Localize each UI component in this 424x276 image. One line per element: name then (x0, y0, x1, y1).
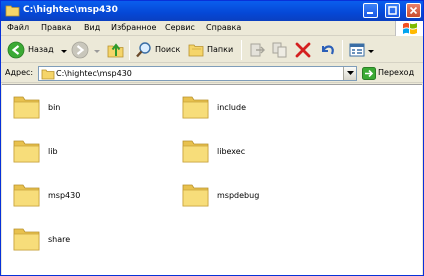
copy-to-icon (272, 42, 287, 58)
folder-name: share (48, 235, 71, 244)
menu-file[interactable]: Файл (7, 23, 29, 33)
toolbar-separator (342, 40, 343, 60)
back-arrow-icon (7, 41, 25, 59)
folder-icon (41, 69, 55, 80)
folders-label: Папки (207, 45, 234, 54)
back-dropdown-icon[interactable] (61, 50, 67, 53)
search-button[interactable]: Поиск (134, 40, 184, 60)
folder-icon (182, 96, 209, 119)
window-title: C:\hightec\msp430 (23, 5, 118, 15)
search-label: Поиск (155, 45, 181, 54)
address-label: Адрес: (5, 68, 34, 77)
close-button[interactable] (406, 3, 421, 18)
folder-icon (182, 184, 209, 207)
folder-name: lib (48, 147, 58, 156)
forward-dropdown-icon[interactable] (94, 50, 100, 53)
folder-item-mspdebug[interactable]: mspdebug (181, 179, 321, 209)
folder-view[interactable]: bin include lib libexec msp430 mspdebug … (2, 84, 422, 275)
folder-up-icon (107, 43, 124, 58)
folder-icon (13, 184, 40, 207)
folder-name: libexec (217, 147, 246, 156)
menu-tools[interactable]: Сервис (165, 23, 195, 33)
explorer-window: C:\hightec\msp430 Файл Правка Вид Избран… (0, 0, 424, 276)
search-icon (136, 42, 151, 58)
folders-icon (188, 44, 204, 57)
toolbar-separator (129, 40, 130, 60)
views-button[interactable] (347, 40, 375, 60)
windows-logo (395, 21, 423, 36)
delete-button[interactable] (293, 40, 313, 60)
folder-icon (13, 228, 40, 251)
address-bar: Адрес: C:\hightec\msp430 Переход (1, 64, 423, 83)
folder-icon (5, 5, 20, 17)
address-value: C:\hightec\msp430 (56, 69, 132, 78)
menu-view[interactable]: Вид (84, 23, 100, 33)
menu-help[interactable]: Справка (206, 23, 241, 33)
folder-item-lib[interactable]: lib (12, 135, 152, 165)
maximize-icon (388, 6, 397, 15)
views-dropdown-icon[interactable] (368, 50, 374, 53)
minimize-icon (367, 12, 373, 14)
forward-button[interactable] (71, 40, 101, 60)
menu-edit[interactable]: Правка (41, 23, 71, 33)
folder-icon (182, 140, 209, 163)
folder-item-libexec[interactable]: libexec (181, 135, 321, 165)
go-label: Переход (378, 68, 415, 77)
folder-item-bin[interactable]: bin (12, 91, 152, 121)
back-button[interactable]: Назад (5, 40, 67, 60)
undo-icon (322, 45, 334, 55)
windows-flag-icon (403, 22, 417, 35)
title-bar[interactable]: C:\hightec\msp430 (1, 1, 423, 21)
copy-to-button[interactable] (270, 40, 290, 60)
chevron-down-icon (347, 71, 354, 75)
toolbar-separator (241, 40, 242, 60)
undo-button[interactable] (317, 40, 337, 60)
move-to-icon (250, 43, 265, 57)
folder-name: bin (48, 103, 61, 112)
maximize-button[interactable] (385, 3, 400, 18)
folder-item-share[interactable]: share (12, 223, 152, 253)
go-button[interactable]: Переход (361, 66, 421, 81)
folder-name: include (217, 103, 246, 112)
folder-item-include[interactable]: include (181, 91, 321, 121)
delete-x-icon (295, 42, 311, 58)
forward-arrow-icon (71, 41, 89, 59)
back-label: Назад (28, 45, 54, 54)
menu-bar: Файл Правка Вид Избранное Сервис Справка (1, 21, 423, 36)
minimize-button[interactable] (363, 3, 378, 18)
up-folder-button[interactable] (105, 40, 127, 60)
folder-name: msp430 (48, 191, 81, 200)
toolbar: Назад Поиск Папки (1, 37, 423, 63)
views-icon (349, 43, 365, 57)
menu-favorites[interactable]: Избранное (111, 23, 156, 33)
close-icon (409, 6, 418, 15)
address-field[interactable]: C:\hightec\msp430 (38, 66, 357, 81)
address-dropdown-button[interactable] (343, 67, 356, 80)
folders-button[interactable]: Папки (186, 40, 236, 60)
folder-item-msp430[interactable]: msp430 (12, 179, 152, 209)
go-arrow-icon (362, 67, 376, 80)
folder-icon (13, 140, 40, 163)
move-to-button[interactable] (247, 40, 267, 60)
folder-name: mspdebug (217, 191, 260, 200)
folder-icon (13, 96, 40, 119)
